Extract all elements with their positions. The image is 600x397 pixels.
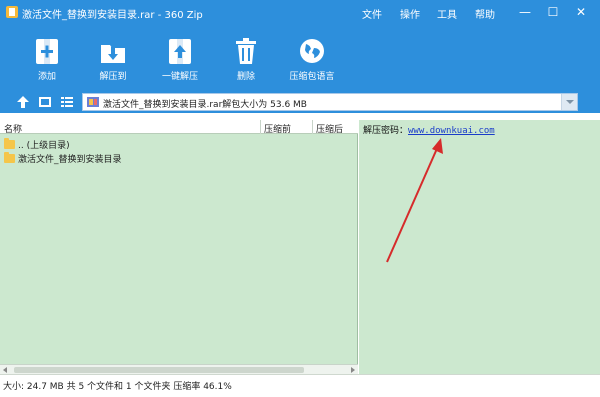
menu-operation[interactable]: 操作	[400, 6, 420, 21]
add-archive-icon	[36, 39, 58, 64]
column-name-header[interactable]: 名称	[4, 122, 22, 135]
list-item-folder[interactable]: 激活文件_替换到安装目录	[4, 152, 122, 165]
address-path-text: 激活文件_替换到安装目录.rar解包大小为 53.6 MB	[103, 100, 307, 110]
file-list-header: 名称 压缩前 压缩后	[0, 120, 358, 135]
red-annotation-arrow-icon	[386, 138, 443, 263]
address-bar[interactable]: 激活文件_替换到安装目录.rar解包大小为 53.6 MB	[82, 93, 578, 111]
close-button[interactable]: ✕	[570, 3, 592, 21]
title-toolbar-area: 激活文件_替换到安装目录.rar - 360 Zip 文件 操作 工具 帮助 —…	[0, 0, 600, 91]
scroll-right-icon[interactable]	[351, 367, 355, 373]
list-item-label: 激活文件_替换到安装目录	[18, 155, 122, 165]
app-logo-icon	[6, 6, 18, 18]
archive-language-button[interactable]: 压缩包语言	[277, 36, 347, 88]
status-text: 大小: 24.7 MB 共 5 个文件和 1 个文件夹 压缩率 46.1%	[3, 382, 232, 392]
maximize-button[interactable]: ☐	[542, 3, 564, 21]
status-bar: 大小: 24.7 MB 共 5 个文件和 1 个文件夹 压缩率 46.1%	[0, 374, 600, 397]
archive-file-icon	[87, 97, 99, 107]
thumbnail-view-icon[interactable]	[38, 95, 52, 109]
globe-icon	[300, 39, 324, 63]
menu-tools[interactable]: 工具	[437, 6, 457, 21]
list-item-label: .. (上级目录)	[18, 141, 70, 151]
extract-to-button[interactable]: 解压到	[78, 36, 148, 88]
folder-icon	[4, 138, 15, 149]
archive-language-label: 压缩包语言	[289, 72, 335, 82]
up-arrow-icon[interactable]	[16, 95, 30, 109]
one-click-extract-label: 一键解压	[161, 72, 198, 82]
delete-button[interactable]: 删除	[211, 36, 281, 88]
column-divider[interactable]	[260, 120, 261, 134]
scroll-left-icon[interactable]	[3, 367, 7, 373]
one-click-extract-button[interactable]: 一键解压	[145, 36, 215, 88]
add-button[interactable]: 添加	[12, 36, 82, 88]
menu-help[interactable]: 帮助	[475, 6, 495, 21]
column-uncompressed-header[interactable]: 压缩前	[264, 122, 291, 135]
column-divider[interactable]	[312, 120, 313, 134]
menu-file[interactable]: 文件	[362, 6, 382, 21]
address-dropdown-button[interactable]	[561, 94, 577, 110]
horizontal-scrollbar[interactable]	[0, 364, 358, 374]
navigation-bar: 激活文件_替换到安装目录.rar解包大小为 53.6 MB	[0, 91, 600, 113]
scrollbar-thumb[interactable]	[14, 367, 304, 373]
file-list-panel[interactable]: 名称 压缩前 压缩后 .. (上级目录) 激活文件_替换到安装目录	[0, 120, 358, 374]
column-compressed-header[interactable]: 压缩后	[316, 122, 343, 135]
one-click-extract-icon	[169, 39, 191, 64]
list-item-parent-dir[interactable]: .. (上级目录)	[4, 138, 70, 151]
minimize-button[interactable]: —	[514, 3, 536, 21]
trash-icon	[236, 38, 256, 64]
list-view-icon[interactable]	[60, 95, 74, 109]
window-title: 激活文件_替换到安装目录.rar - 360 Zip	[22, 10, 203, 21]
extract-to-label: 解压到	[99, 72, 127, 82]
delete-label: 删除	[236, 72, 255, 82]
add-label: 添加	[37, 72, 56, 82]
folder-icon	[4, 152, 15, 163]
extract-to-icon	[101, 45, 125, 63]
